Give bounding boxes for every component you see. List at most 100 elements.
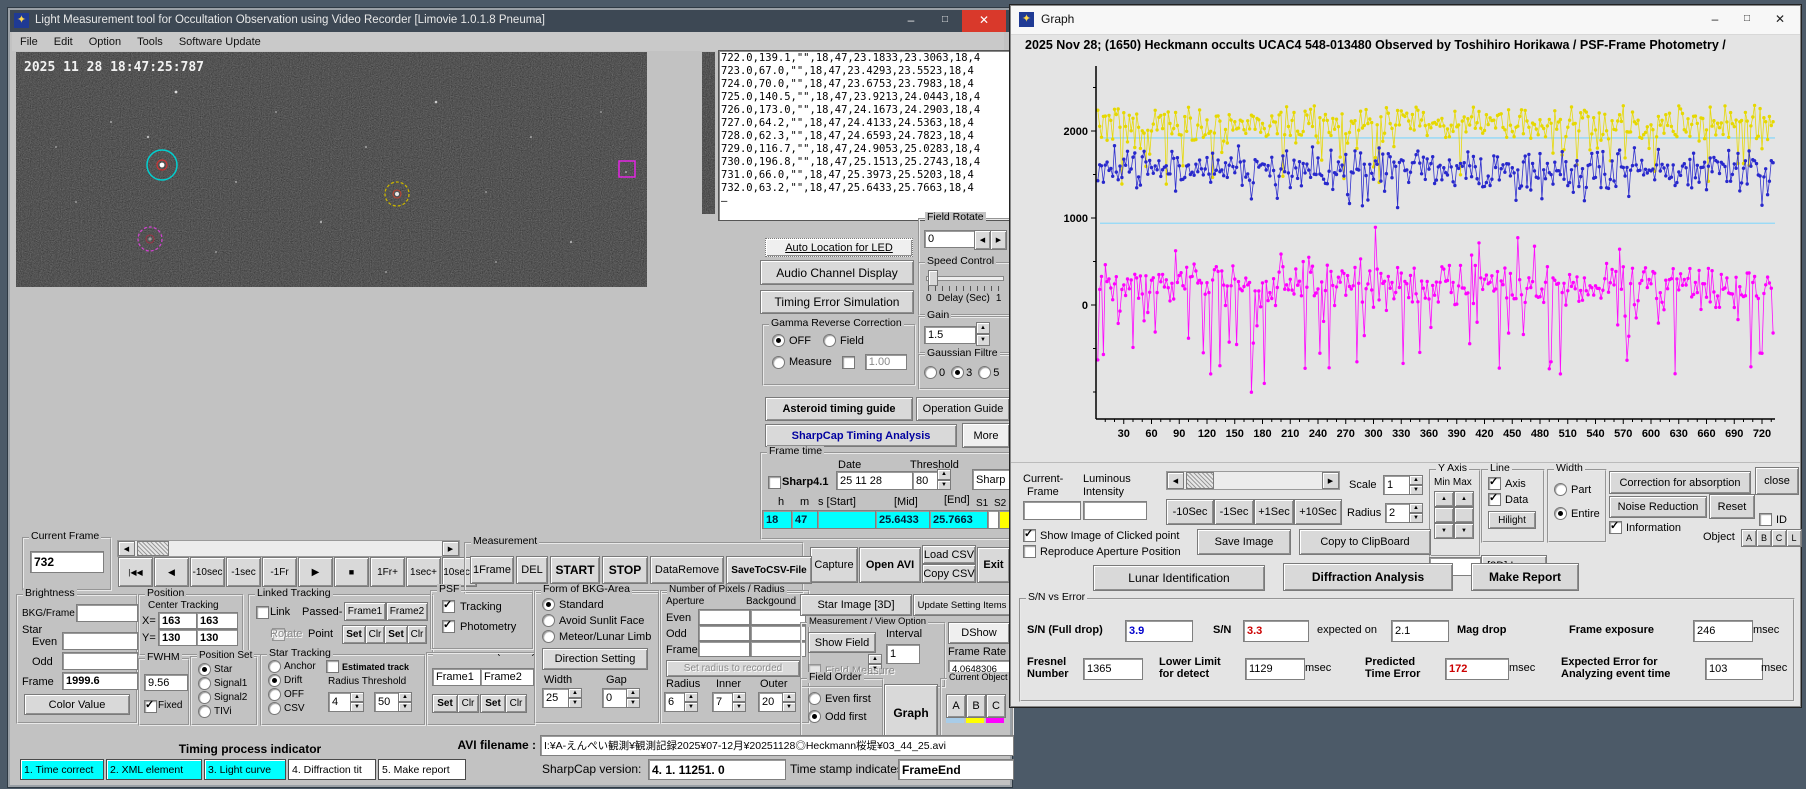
list-item[interactable]: 728.0,62.3,"",18,47,24.6593,24.7823,18,4: [721, 130, 1011, 143]
menu-edit[interactable]: Edit: [46, 34, 81, 50]
object-b-button[interactable]: B: [966, 694, 986, 718]
stop-measure-button[interactable]: STOP: [602, 556, 648, 584]
sharpcap-timing-analysis-button[interactable]: SharpCap Timing Analysis: [765, 424, 957, 447]
graph-object-b-button[interactable]: B: [1756, 529, 1772, 547]
maximize-icon[interactable]: □: [928, 10, 962, 32]
posset-signal1-radio[interactable]: [198, 677, 211, 690]
psf-tracking-checkbox[interactable]: [442, 598, 455, 613]
scroll-thumb[interactable]: [137, 541, 169, 556]
id-checkbox[interactable]: [1759, 513, 1772, 526]
graph-object-l-button[interactable]: L: [1786, 529, 1802, 547]
list-item[interactable]: 730.0,196.8,"",18,47,25.1513,25.2743,18,…: [721, 156, 1011, 169]
linked-set2-button[interactable]: Set: [384, 625, 408, 644]
capture-button[interactable]: Capture: [810, 547, 858, 583]
width-entire-radio[interactable]: [1554, 507, 1567, 520]
gamma-value[interactable]: 1.00: [864, 354, 907, 370]
linked-clr2-button[interactable]: Clr: [407, 625, 427, 644]
plus-1sec-button[interactable]: 1sec+: [406, 557, 441, 587]
show-field-button[interactable]: Show Field: [808, 632, 876, 653]
fixed-checkbox[interactable]: [144, 698, 157, 713]
current-frame-input[interactable]: 732: [30, 551, 104, 573]
interval-input[interactable]: 1: [886, 644, 920, 664]
link-checkbox[interactable]: [256, 606, 269, 619]
graph-scrollbar[interactable]: ◀ ▶: [1166, 471, 1340, 490]
tab-xml-element[interactable]: 2. XML element: [106, 759, 202, 780]
line-data-checkbox[interactable]: [1488, 491, 1501, 506]
list-item[interactable]: 725.0,140.5,"",18,47,23.9213,24.0443,18,…: [721, 91, 1011, 104]
gain-input[interactable]: 1.5: [924, 326, 976, 344]
sharp41-checkbox[interactable]: [768, 476, 781, 489]
field-rotate-left-button[interactable]: ◀: [974, 230, 991, 250]
list-item[interactable]: 724.0,70.0,"",18,47,23.6753,23.7983,18,4: [721, 78, 1011, 91]
graph-maximize-icon[interactable]: □: [1731, 9, 1763, 31]
speed-slider-thumb[interactable]: [928, 270, 938, 286]
list-item[interactable]: ―: [721, 195, 1011, 208]
list-item[interactable]: 727.0,64.2,"",18,47,24.4133,24.5363,18,4: [721, 117, 1011, 130]
close-icon[interactable]: ✕: [962, 10, 1006, 32]
passed-frame2-input[interactable]: Frame2: [480, 668, 534, 686]
update-setting-items-button[interactable]: Update Setting Items: [913, 594, 1011, 616]
track-radius-spinner[interactable]: ▲ ▼: [350, 692, 364, 712]
bkg-gap-spinner[interactable]: ▲ ▼: [626, 688, 640, 708]
posset-tivi-radio[interactable]: [198, 705, 211, 718]
del-button[interactable]: DEL: [516, 556, 548, 584]
correction-absorption-button[interactable]: Correction for absorption: [1609, 471, 1751, 494]
tab-make-report[interactable]: 5. Make report: [378, 759, 466, 780]
gain-spinner[interactable]: ▲ ▼: [976, 322, 990, 346]
menu-option[interactable]: Option: [81, 34, 129, 50]
data-remove-button[interactable]: DataRemove: [650, 556, 724, 584]
estimated-track-checkbox[interactable]: [326, 660, 339, 673]
gaussian-0-radio[interactable]: [924, 366, 937, 379]
graph-minimize-icon[interactable]: –: [1699, 9, 1731, 31]
field-rotate-right-button[interactable]: ▶: [990, 230, 1007, 250]
lunar-identification-button[interactable]: Lunar Identification: [1093, 565, 1265, 591]
date-input[interactable]: 25 11 28: [836, 471, 914, 490]
threshold-spinner[interactable]: ▲ ▼: [937, 469, 951, 490]
plus-10sec-graph-button[interactable]: +10Sec: [1294, 499, 1342, 525]
linked-frame2-button[interactable]: Frame2: [386, 602, 428, 621]
video-frame[interactable]: 2025 11 28 18:47:25:787: [16, 52, 647, 287]
stop-button[interactable]: ■: [334, 557, 369, 587]
scale-spinner[interactable]: ▲ ▼: [1409, 475, 1423, 495]
graph-scroll-right-icon[interactable]: ▶: [1322, 472, 1339, 489]
timing-error-simulation-button[interactable]: Timing Error Simulation: [760, 290, 914, 314]
ymin-mid-button[interactable]: [1434, 507, 1454, 523]
start-button[interactable]: START: [550, 556, 600, 584]
psf-photometry-checkbox[interactable]: [442, 618, 455, 633]
reset-button[interactable]: Reset: [1709, 494, 1755, 519]
linked-set1-button[interactable]: Set: [342, 625, 366, 644]
linked-frame1-button[interactable]: Frame1: [344, 602, 386, 621]
list-item[interactable]: 732.0,63.2,"",18,47,25.6433,25.7663,18,4: [721, 182, 1011, 195]
dshow-button[interactable]: DShow: [948, 622, 1010, 644]
graph-scroll-left-icon[interactable]: ◀: [1167, 472, 1184, 489]
graph-radius-spinner[interactable]: ▲ ▼: [1409, 503, 1423, 523]
menu-tools[interactable]: Tools: [129, 34, 171, 50]
menu-file[interactable]: File: [12, 34, 46, 50]
graph-button[interactable]: Graph: [884, 684, 938, 742]
odd-first-radio[interactable]: [808, 710, 821, 723]
tracking-csv-radio[interactable]: [268, 702, 281, 715]
passed-set1-button[interactable]: Set: [432, 694, 458, 713]
passed-clr1-button[interactable]: Clr: [457, 694, 479, 713]
gamma-off-radio[interactable]: [772, 334, 785, 347]
frame-scrollbar[interactable]: ◀ ▶: [117, 540, 460, 557]
plus-1frame-button[interactable]: 1Fr+: [370, 557, 405, 587]
noise-reduction-button[interactable]: Noise Reduction: [1609, 496, 1707, 518]
show-image-clicked-checkbox[interactable]: [1023, 527, 1036, 542]
open-avi-button[interactable]: Open AVI: [859, 547, 921, 583]
save-to-csv-button[interactable]: SaveToCSV-File: [726, 556, 812, 584]
field-rotate-input[interactable]: 0: [924, 230, 976, 248]
bkg-standard-radio[interactable]: [542, 598, 555, 611]
passed-frame1-input[interactable]: Frame1: [432, 668, 484, 686]
close-button[interactable]: close: [1755, 467, 1799, 495]
gaussian-5-radio[interactable]: [978, 366, 992, 379]
list-item[interactable]: 729.0,116.7,"",18,47,24.9053,25.0283,18,…: [721, 143, 1011, 156]
copy-csv-button[interactable]: Copy CSV: [922, 564, 976, 583]
minimize-icon[interactable]: –: [894, 10, 928, 32]
bkg-width-spinner[interactable]: ▲ ▼: [568, 688, 582, 708]
tab-time-correct[interactable]: 1. Time correct: [20, 759, 104, 780]
diffraction-analysis-button[interactable]: Diffraction Analysis: [1283, 563, 1453, 591]
list-item[interactable]: 731.0,66.0,"",18,47,25.3973,25.5203,18,4: [721, 169, 1011, 182]
gamma-measure-radio[interactable]: [772, 355, 785, 369]
go-start-button[interactable]: |◀◀: [118, 557, 153, 587]
